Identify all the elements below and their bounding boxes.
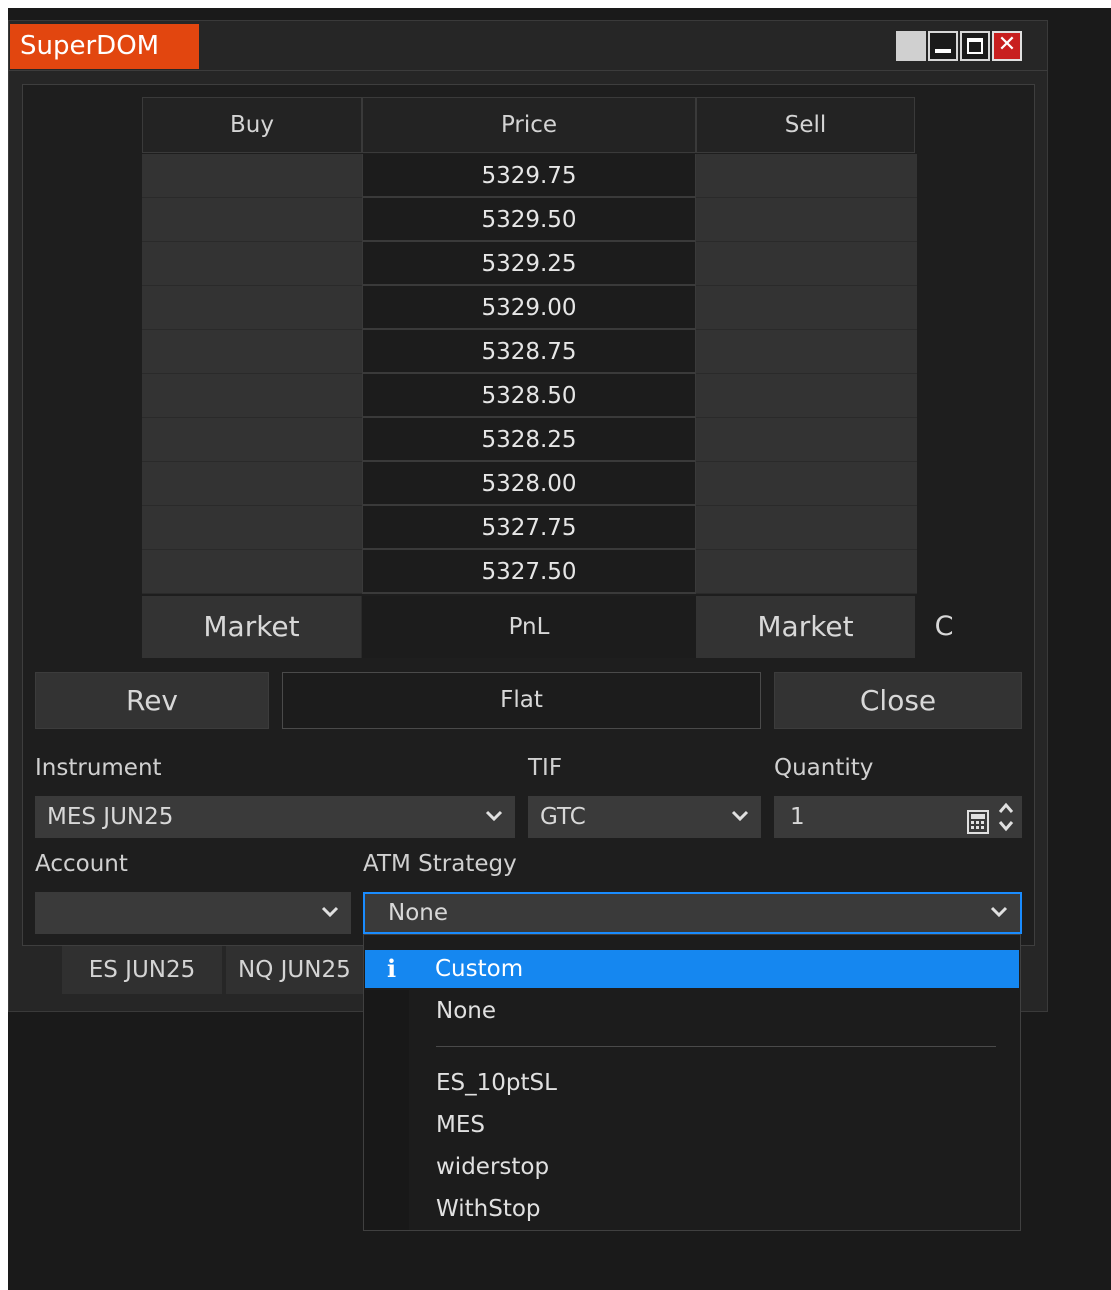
price-cell[interactable]: 5328.25 — [362, 418, 696, 462]
sell-cell[interactable] — [696, 198, 917, 242]
buy-market-button[interactable]: Market — [142, 596, 362, 658]
buy-cell[interactable] — [142, 418, 362, 462]
instrument-tab[interactable]: NQ JUN25 — [226, 946, 366, 994]
chevron-down-icon — [485, 796, 503, 838]
buy-cell[interactable] — [142, 286, 362, 330]
atm-strategy-value: None — [388, 900, 449, 926]
atm-strategy-select[interactable]: None — [363, 892, 1022, 934]
pnl-display[interactable]: PnL — [362, 596, 696, 658]
chevron-down-icon — [731, 796, 749, 838]
buy-cell[interactable] — [142, 374, 362, 418]
buy-cell[interactable] — [142, 506, 362, 550]
info-icon: i — [387, 954, 397, 983]
instrument-label: Instrument — [35, 755, 162, 781]
sell-cell[interactable] — [696, 506, 917, 550]
reverse-button[interactable]: Rev — [35, 672, 269, 729]
window-link-button[interactable] — [896, 31, 926, 61]
account-select[interactable] — [35, 892, 351, 934]
maximize-button[interactable] — [960, 31, 990, 61]
dropdown-item-withstop[interactable]: WithStop — [436, 1189, 541, 1229]
dropdown-item-label: Custom — [435, 956, 524, 982]
sell-cell[interactable] — [696, 154, 917, 198]
sell-cell[interactable] — [696, 550, 917, 594]
instrument-tab[interactable]: ES JUN25 — [62, 946, 222, 994]
price-cell[interactable]: 5327.75 — [362, 506, 696, 550]
price-cell[interactable]: 5328.50 — [362, 374, 696, 418]
quantity-value: 1 — [790, 804, 805, 830]
quantity-field[interactable]: 1 — [774, 796, 1022, 838]
chevron-down-icon — [990, 894, 1008, 932]
price-cell[interactable]: 5329.25 — [362, 242, 696, 286]
sell-cell[interactable] — [696, 242, 917, 286]
sell-market-button[interactable]: Market — [696, 596, 915, 658]
calculator-icon[interactable] — [966, 806, 990, 848]
atm-strategy-label: ATM Strategy — [363, 851, 517, 877]
sell-cell[interactable] — [696, 418, 917, 462]
chevron-down-icon — [321, 892, 339, 934]
quantity-label: Quantity — [774, 755, 874, 781]
sell-cell[interactable] — [696, 374, 917, 418]
instrument-value: MES JUN25 — [47, 804, 174, 830]
buy-cell[interactable] — [142, 154, 362, 198]
dropdown-item-widerstop[interactable]: widerstop — [436, 1147, 549, 1187]
close-icon: ✕ — [997, 32, 1017, 57]
dropdown-separator — [436, 1046, 996, 1047]
dropdown-icon-gutter — [364, 990, 409, 1230]
flatten-button[interactable]: Flat — [282, 672, 761, 729]
dropdown-item-custom[interactable]: i Custom — [365, 950, 1019, 988]
price-cell[interactable]: 5329.00 — [362, 286, 696, 330]
buy-cell[interactable] — [142, 462, 362, 506]
sell-cell[interactable] — [696, 330, 917, 374]
tif-select[interactable]: GTC — [528, 796, 761, 838]
price-cell[interactable]: 5329.50 — [362, 198, 696, 242]
buy-cell[interactable] — [142, 242, 362, 286]
buy-cell[interactable] — [142, 550, 362, 594]
tif-label: TIF — [528, 755, 563, 781]
window-title[interactable]: SuperDOM — [10, 24, 199, 69]
side-label: C — [934, 611, 954, 642]
minimize-button[interactable] — [928, 31, 958, 61]
close-position-button[interactable]: Close — [774, 672, 1022, 729]
account-label: Account — [35, 851, 128, 877]
price-cell[interactable]: 5328.75 — [362, 330, 696, 374]
price-column-header[interactable]: Price — [362, 97, 696, 153]
buy-cell[interactable] — [142, 330, 362, 374]
price-cell[interactable]: 5329.75 — [362, 154, 696, 198]
tif-value: GTC — [540, 804, 586, 830]
spinner-icon[interactable] — [998, 802, 1014, 846]
price-cell[interactable]: 5327.50 — [362, 550, 696, 594]
dropdown-item-es-10ptsl[interactable]: ES_10ptSL — [436, 1063, 557, 1103]
buy-cell[interactable] — [142, 198, 362, 242]
instrument-select[interactable]: MES JUN25 — [35, 796, 515, 838]
price-ladder: 5329.75 5329.50 5329.25 5329.00 5328.75 … — [142, 154, 917, 596]
sell-column-header[interactable]: Sell — [696, 97, 915, 153]
sell-cell[interactable] — [696, 286, 917, 330]
sell-cell[interactable] — [696, 462, 917, 506]
titlebar-divider — [8, 70, 1048, 71]
dropdown-item-mes[interactable]: MES — [436, 1105, 485, 1145]
buy-column-header[interactable]: Buy — [142, 97, 362, 153]
price-cell[interactable]: 5328.00 — [362, 462, 696, 506]
dropdown-item-none[interactable]: None — [436, 991, 496, 1031]
close-window-button[interactable]: ✕ — [992, 31, 1022, 61]
